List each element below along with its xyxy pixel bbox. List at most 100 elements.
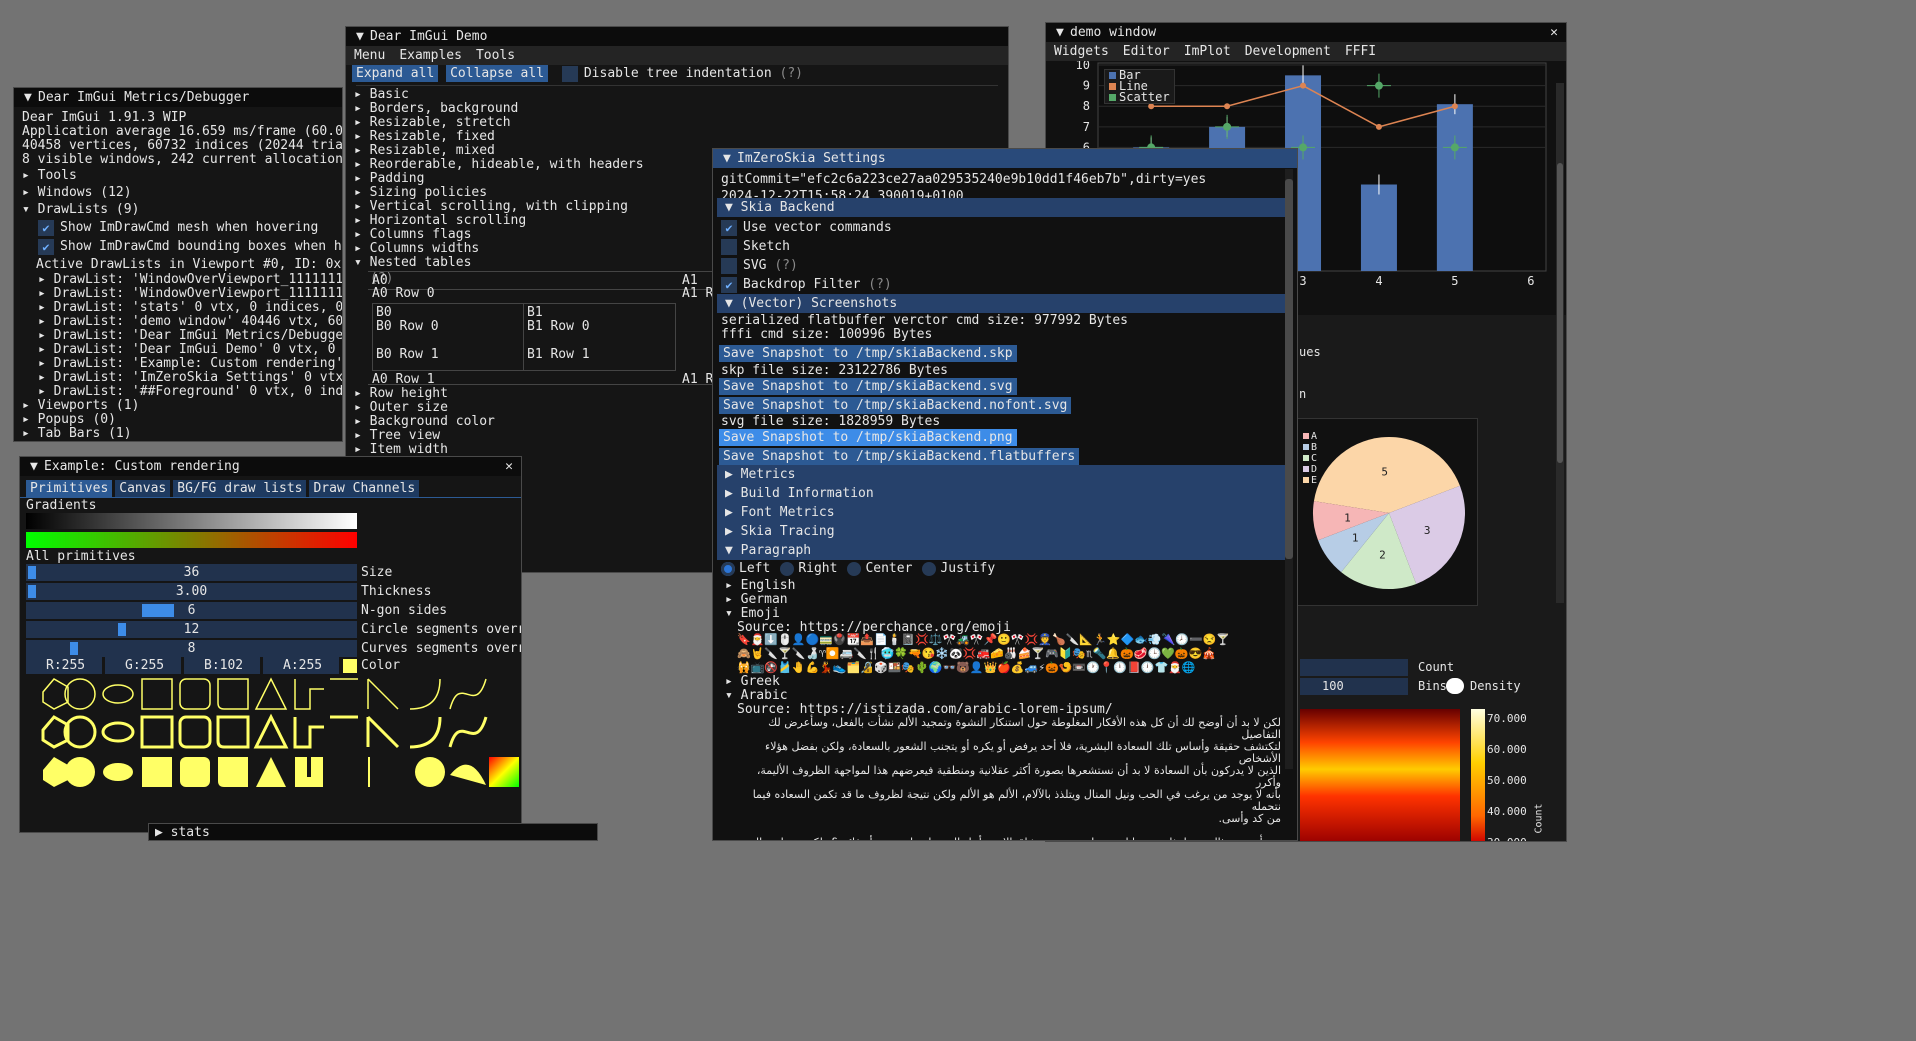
close-icon[interactable]: ✕ [505, 457, 513, 476]
menu-item[interactable]: ImPlot [1184, 44, 1231, 59]
header-skia-backend[interactable]: ▼ Skia Backend [717, 198, 1293, 217]
help-marker[interactable]: (?) [774, 258, 797, 273]
tree-node[interactable]: ▸ Borders, background [346, 102, 1008, 116]
align-radio-2[interactable]: Center [847, 561, 912, 576]
rgba-field-1[interactable]: G:255 [105, 657, 181, 674]
collapse-all-button[interactable]: Collapse all [446, 65, 549, 82]
slider-2[interactable]: 6 [26, 602, 357, 619]
slider-grab[interactable] [70, 642, 78, 655]
collapse-arrow-icon[interactable]: ▼ [1056, 23, 1070, 42]
pie-legend-entry[interactable]: D [1303, 464, 1317, 475]
radio-icon[interactable] [721, 561, 735, 576]
collapse-arrow-icon[interactable]: ▼ [24, 88, 38, 107]
header-skia-tracing[interactable]: ▶ Skia Tracing [717, 522, 1293, 541]
tab-1[interactable]: Canvas [115, 480, 171, 497]
checkbox-box[interactable] [721, 238, 737, 255]
density-toggle[interactable] [1446, 678, 1464, 694]
collapse-arrow-icon[interactable]: ▼ [30, 457, 44, 476]
demowin-titlebar[interactable]: ▼ demo window ✕ [1046, 23, 1566, 42]
pie-legend-entry[interactable]: A [1303, 431, 1317, 442]
slider-1[interactable]: 3.00 [26, 583, 357, 600]
align-radio-3[interactable]: Justify [922, 561, 995, 576]
check-icon[interactable]: ✔ [721, 276, 737, 293]
scrollbar[interactable] [1285, 169, 1293, 769]
tree-node[interactable]: ▸ Resizable, stretch [346, 116, 1008, 130]
expand-all-button[interactable]: Expand all [352, 65, 439, 82]
drawlist-item[interactable]: ▸ DrawList: 'Dear ImGui Demo' 0 vtx, 0 i… [14, 343, 342, 357]
slider-grab[interactable] [142, 604, 174, 617]
help-marker[interactable]: (?) [780, 66, 803, 81]
bbox-checkbox[interactable]: ✔ Show ImDrawCmd bounding boxes when hove… [14, 237, 342, 256]
close-icon[interactable]: ✕ [1550, 23, 1558, 42]
radio-icon[interactable] [780, 561, 795, 576]
menu-item[interactable]: FFFI [1345, 44, 1376, 59]
radio-icon[interactable] [922, 561, 937, 576]
check-icon[interactable]: ✔ [38, 238, 54, 255]
disable-indent-checkbox[interactable] [561, 65, 578, 82]
menu-item[interactable]: Menu [354, 48, 385, 63]
tab-2[interactable]: BG/FG draw lists [173, 480, 307, 497]
slider-grab[interactable] [28, 585, 36, 598]
align-radio-1[interactable]: Right [780, 561, 837, 576]
vector-commands-checkbox[interactable]: ✔ Use vector commands [713, 218, 892, 237]
tree-windows[interactable]: ▸ Windows (12) [14, 184, 342, 201]
checkbox-box[interactable] [721, 257, 737, 274]
save-flatbuffers-button[interactable]: Save Snapshot to /tmp/skiaBackend.flatbu… [719, 448, 1080, 465]
header-metrics[interactable]: ▶ Metrics [717, 465, 1293, 484]
tree-node[interactable]: ▸ Tables (3) [14, 441, 342, 442]
collapse-arrow-icon[interactable]: ▼ [723, 149, 737, 168]
tree-drawlists[interactable]: ▾ DrawLists (9) [14, 201, 342, 218]
legend-entry[interactable]: Scatter [1109, 91, 1170, 103]
header-build-info[interactable]: ▶ Build Information [717, 484, 1293, 503]
stats-title[interactable]: ▶ stats [149, 824, 597, 840]
save-skp-button[interactable]: Save Snapshot to /tmp/skiaBackend.skp [719, 345, 1017, 362]
save-png-button[interactable]: Save Snapshot to /tmp/skiaBackend.png [719, 429, 1017, 446]
rgba-field-2[interactable]: B:102 [184, 657, 260, 674]
skia-titlebar[interactable]: ▼ ImZeroSkia Settings [713, 149, 1297, 168]
custom-titlebar[interactable]: ▼ Example: Custom rendering ✕ [20, 457, 521, 476]
pie-legend-entry[interactable]: C [1303, 453, 1317, 464]
pie-legend-entry[interactable]: E [1303, 475, 1317, 486]
header-font-metrics[interactable]: ▶ Font Metrics [717, 503, 1293, 522]
rgba-field-3[interactable]: A:255 [263, 657, 339, 674]
slider-grab[interactable] [28, 566, 36, 579]
slider-4[interactable]: 8 [26, 640, 357, 657]
menu-item[interactable]: Editor [1123, 44, 1170, 59]
svg-checkbox[interactable]: SVG (?) [713, 256, 798, 275]
drawlist-item[interactable]: ▸ DrawList: 'Example: Custom rendering' … [14, 357, 342, 371]
save-svg-button[interactable]: Save Snapshot to /tmp/skiaBackend.svg [719, 378, 1017, 395]
header-paragraph[interactable]: ▼ Paragraph [717, 541, 1293, 560]
drawlist-item[interactable]: ▸ DrawList: 'WindowOverViewport_11111111… [14, 287, 342, 301]
tree-node[interactable]: ▸ Resizable, fixed [346, 130, 1008, 144]
count-field[interactable] [1300, 659, 1408, 676]
drawlist-item[interactable]: ▸ DrawList: 'demo window' 40446 vtx, 607… [14, 315, 342, 329]
tab-0[interactable]: Primitives [26, 480, 113, 497]
menu-item[interactable]: Widgets [1054, 44, 1109, 59]
tree-node[interactable]: ▸ Tab Bars (1) [14, 427, 342, 441]
check-icon[interactable]: ✔ [38, 219, 54, 236]
metrics-titlebar[interactable]: ▼ Dear ImGui Metrics/Debugger [14, 88, 342, 107]
pie-legend-entry[interactable]: B [1303, 442, 1317, 453]
save-nofont-svg-button[interactable]: Save Snapshot to /tmp/skiaBackend.nofont… [719, 397, 1072, 414]
tab-3[interactable]: Draw Channels [309, 480, 420, 497]
drawlist-item[interactable]: ▸ DrawList: 'stats' 0 vtx, 0 indices, 0 … [14, 301, 342, 315]
radio-icon[interactable] [847, 561, 862, 576]
align-radio-0[interactable]: Left [721, 561, 770, 576]
drawlist-item[interactable]: ▸ DrawList: 'Dear ImGui Metrics/Debugger… [14, 329, 342, 343]
backdrop-checkbox[interactable]: ✔ Backdrop Filter (?) [713, 275, 892, 294]
drawlist-item[interactable]: ▸ DrawList: 'WindowOverViewport_11111111… [14, 273, 342, 287]
check-icon[interactable]: ✔ [721, 219, 737, 236]
color-swatch[interactable] [343, 659, 357, 673]
sketch-checkbox[interactable]: Sketch [713, 237, 790, 256]
slider-grab[interactable] [118, 623, 126, 636]
help-marker[interactable]: (?) [868, 277, 891, 292]
collapse-arrow-icon[interactable]: ▼ [356, 27, 370, 46]
menu-item[interactable]: Development [1245, 44, 1331, 59]
header-vector-screenshots[interactable]: ▼ (Vector) Screenshots [717, 294, 1293, 313]
drawlist-item[interactable]: ▸ DrawList: 'ImZeroSkia Settings' 0 vtx,… [14, 371, 342, 385]
slider-0[interactable]: 36 [26, 564, 357, 581]
tree-node[interactable]: ▸ Popups (0) [14, 413, 342, 427]
tree-tools[interactable]: ▸ Tools [14, 167, 342, 184]
bins-input[interactable]: 100 [1300, 678, 1408, 695]
scrollbar[interactable] [1556, 83, 1564, 603]
